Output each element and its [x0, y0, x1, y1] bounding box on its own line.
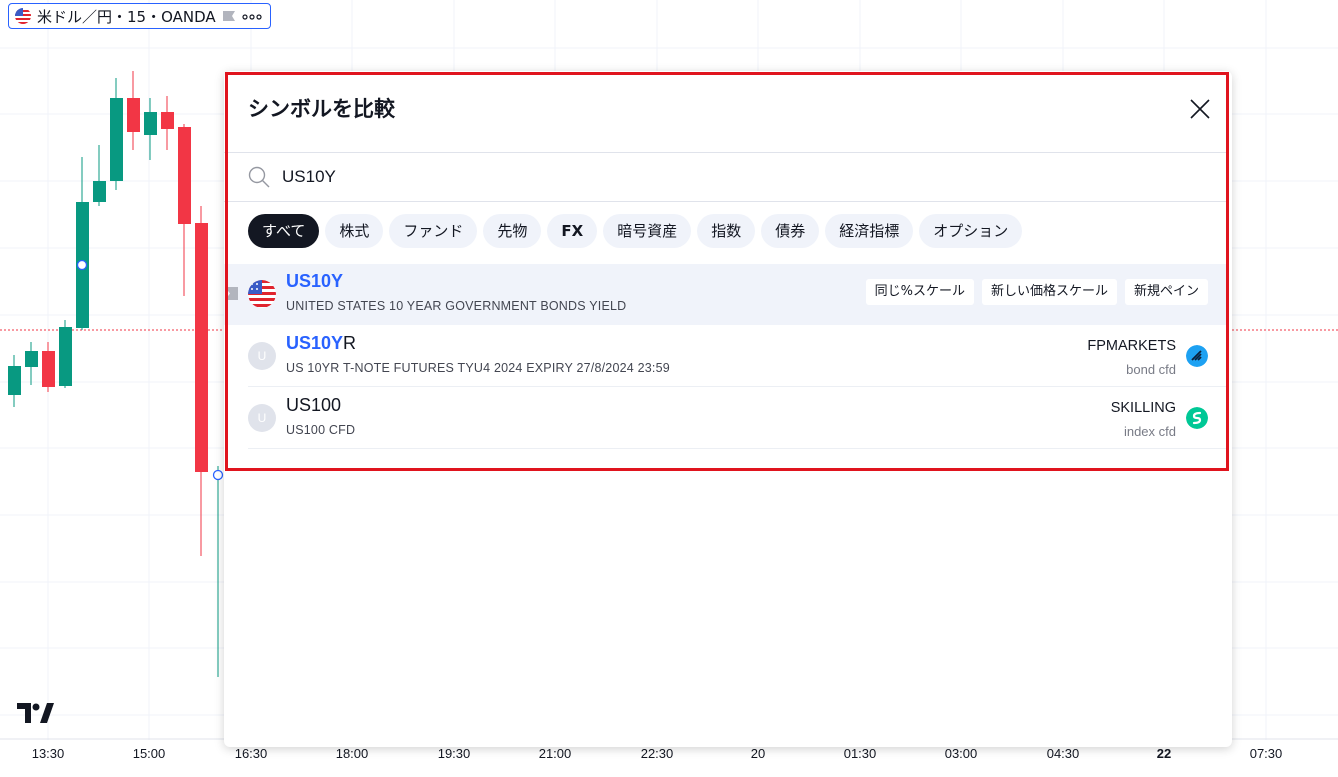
- us-flag-icon: [15, 8, 31, 24]
- symbol-rest: US100: [286, 395, 342, 415]
- filter-all[interactable]: すべて: [248, 214, 320, 248]
- flag-marker-icon[interactable]: [222, 10, 236, 22]
- result-description: US 10YR T-NOTE FUTURES TYU4 2024 EXPIRY …: [286, 361, 670, 375]
- instrument-type: bond cfd: [1126, 362, 1176, 377]
- time-label: 20: [750, 746, 766, 761]
- time-label: 16:30: [234, 746, 268, 761]
- time-label: 01:30: [843, 746, 877, 761]
- time-label: 22:30: [640, 746, 674, 761]
- candles: [8, 71, 219, 677]
- dialog-title: シンボルを比較: [248, 97, 395, 121]
- exchange-name: SKILLING: [1110, 400, 1176, 416]
- result-description: US100 CFD: [286, 423, 356, 437]
- filter-crypto[interactable]: 暗号資産: [603, 214, 692, 248]
- time-label: 18:00: [335, 746, 369, 761]
- search-bar[interactable]: [248, 163, 1208, 191]
- filter-funds[interactable]: ファンド: [389, 214, 478, 248]
- main-symbol-pill[interactable]: 米ドル／円・15・OANDA: [8, 3, 271, 29]
- symbol-match: US10Y: [286, 271, 344, 291]
- new-price-scale-button[interactable]: 新しい価格スケール: [981, 279, 1117, 305]
- compare-symbol-dialog: シンボルを比較 すべて 株式 ファンド 先物 FX 暗号資産 指数 債券 経済指…: [224, 71, 1232, 747]
- symbol-avatar: U: [248, 404, 276, 432]
- fpmarkets-logo-icon: [1186, 345, 1208, 367]
- result-row[interactable]: U US10YR US 10YR T-NOTE FUTURES TYU4 202…: [224, 326, 1228, 387]
- filter-stocks[interactable]: 株式: [325, 214, 384, 248]
- time-label: 03:00: [944, 746, 978, 761]
- instrument-type: index cfd: [1123, 424, 1176, 439]
- symbol-avatar: U: [248, 342, 276, 370]
- time-label: 07:30: [1249, 746, 1283, 761]
- search-input[interactable]: [282, 167, 1182, 187]
- search-icon: [248, 166, 270, 188]
- time-label: 21:00: [538, 746, 572, 761]
- time-label: 15:00: [132, 746, 166, 761]
- category-filters: すべて 株式 ファンド 先物 FX 暗号資産 指数 債券 経済指標 オプション: [248, 214, 1023, 248]
- same-percent-scale-button[interactable]: 同じ%スケール: [865, 279, 974, 305]
- row-actions: 同じ%スケール 新しい価格スケール 新規ペイン: [865, 279, 1208, 305]
- tradingview-logo-icon[interactable]: [16, 702, 54, 724]
- time-label: 19:30: [437, 746, 471, 761]
- filter-economy[interactable]: 経済指標: [825, 214, 914, 248]
- result-description: UNITED STATES 10 YEAR GOVERNMENT BONDS Y…: [286, 299, 627, 313]
- filter-fx[interactable]: FX: [547, 214, 598, 248]
- time-label: 22: [1156, 746, 1172, 761]
- filter-options[interactable]: オプション: [919, 214, 1023, 248]
- filter-indices[interactable]: 指数: [697, 214, 756, 248]
- us-flag-icon: [248, 280, 276, 308]
- row-pointer-icon: [225, 287, 238, 300]
- skilling-logo-icon: [1186, 407, 1208, 429]
- result-row[interactable]: U US100 US100 CFD SKILLING index cfd: [224, 388, 1228, 449]
- filter-bonds[interactable]: 債券: [761, 214, 820, 248]
- result-symbol: US10Y: [286, 271, 343, 292]
- time-label: 04:30: [1046, 746, 1080, 761]
- symbol-label: 米ドル／円・15・OANDA: [37, 7, 216, 26]
- result-symbol: US100: [286, 395, 341, 416]
- close-icon[interactable]: [1188, 97, 1212, 121]
- result-symbol: US10YR: [286, 333, 356, 354]
- filter-futures[interactable]: 先物: [483, 214, 542, 248]
- new-pane-button[interactable]: 新規ペイン: [1124, 279, 1208, 305]
- time-label: 13:30: [31, 746, 65, 761]
- symbol-match: US10Y: [286, 333, 344, 353]
- more-dots-icon[interactable]: [242, 8, 262, 24]
- result-row[interactable]: US10Y UNITED STATES 10 YEAR GOVERNMENT B…: [224, 264, 1228, 325]
- exchange-name: FPMARKETS: [1087, 338, 1176, 354]
- symbol-rest: R: [343, 333, 357, 353]
